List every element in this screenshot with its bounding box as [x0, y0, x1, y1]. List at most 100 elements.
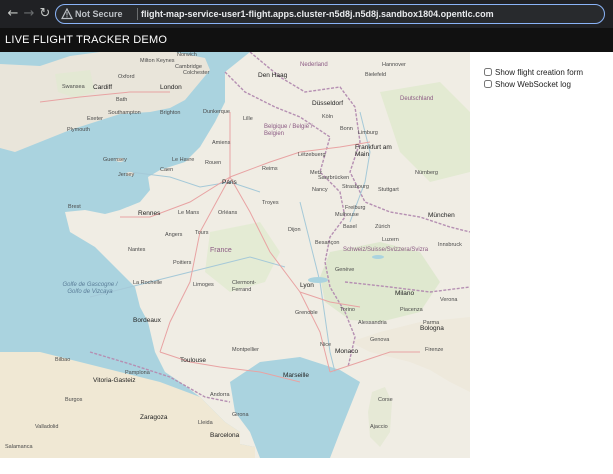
forward-arrow-icon[interactable]: → — [21, 6, 37, 22]
map-label: Deutschland — [400, 96, 434, 102]
map-label: Monaco — [335, 348, 359, 355]
map-label: Zaragoza — [140, 414, 168, 421]
address-bar[interactable]: Not Secure flight-map-service-user1-flig… — [55, 4, 605, 24]
map-label: Amiens — [212, 140, 231, 146]
map-label: Nancy — [312, 187, 328, 193]
map-label: Marseille — [283, 372, 310, 379]
map-label: Stuttgart — [378, 187, 399, 193]
app-header: LIVE FLIGHT TRACKER DEMO — [0, 28, 613, 52]
map-label: Frankfurt am Main — [355, 144, 392, 158]
map-label: Saarbrücken — [318, 175, 350, 181]
map-label: Toulouse — [180, 357, 207, 364]
warning-triangle-icon[interactable] — [61, 8, 73, 20]
map-label: Limoges — [193, 282, 214, 288]
map-label: Clermont-Ferrand — [232, 280, 257, 293]
map-label: Firenze — [425, 347, 444, 353]
map-label: France — [210, 247, 232, 254]
map-label: Düsseldorf — [312, 100, 344, 107]
map-label: Zürich — [375, 224, 391, 230]
map-label: Lille — [243, 116, 253, 122]
map-label: Nice — [320, 342, 332, 348]
map-label: Swansea — [62, 84, 85, 90]
websocket-log-label[interactable]: Show WebSocket log — [495, 79, 571, 90]
back-arrow-icon[interactable]: ← — [5, 6, 21, 22]
map-label: Colchester — [183, 70, 210, 76]
map-label: London — [160, 84, 182, 91]
map-label: Orléans — [218, 210, 238, 216]
page-title: LIVE FLIGHT TRACKER DEMO — [5, 34, 168, 46]
map-label: Torino — [340, 307, 355, 313]
map-label: Jersey — [118, 172, 135, 178]
map-label: Köln — [322, 114, 334, 120]
map-label: Le Havre — [172, 157, 195, 163]
map-label: Nürnberg — [415, 170, 438, 176]
map-label: Piacenza — [400, 307, 423, 313]
websocket-log-checkbox[interactable] — [484, 80, 492, 88]
map-label: Poitiers — [173, 260, 192, 266]
map-label: Lyon — [300, 282, 314, 289]
map-label: Freiburg — [345, 205, 366, 211]
map-label: Genova — [370, 337, 390, 343]
map-label: München — [428, 212, 455, 219]
flight-form-label[interactable]: Show flight creation form — [495, 67, 583, 78]
map-label: Lleida — [198, 420, 213, 426]
map-label: Tours — [195, 230, 209, 236]
option-websocket-log[interactable]: Show WebSocket log — [484, 78, 583, 90]
map-label: Brighton — [160, 110, 181, 116]
map-label: Genève — [335, 267, 355, 273]
map-label: Mulhouse — [335, 212, 359, 218]
map-label: Angers — [165, 232, 183, 238]
map-label: Innsbruck — [438, 242, 462, 248]
map-label: Lëtzebuerg — [298, 152, 326, 158]
map-label: Strasbourg — [342, 184, 369, 190]
option-flight-form[interactable]: Show flight creation form — [484, 66, 583, 78]
map-label: Reims — [262, 166, 278, 172]
map-label: Paris — [222, 179, 237, 186]
map-label: Salamanca — [5, 444, 33, 450]
map-label: Vitoria-Gasteiz — [93, 377, 136, 384]
url-divider — [137, 8, 138, 20]
map-label: Luzern — [382, 237, 399, 243]
map-label: Milano — [395, 290, 415, 297]
map-label: Hannover — [382, 62, 406, 68]
map-label: La Rochelle — [133, 280, 163, 286]
map-label: Milton Keynes — [140, 58, 175, 64]
map-label: Bath — [116, 97, 128, 103]
map-label: Burgos — [65, 397, 83, 403]
map-label: Belgique / België / Belgien — [264, 124, 313, 137]
map-label: Oxford — [118, 74, 135, 80]
map-label: Grenoble — [295, 310, 318, 316]
map-label: Southampton — [108, 110, 141, 116]
map-label: Nantes — [128, 247, 146, 253]
map-label: Limburg — [358, 130, 378, 136]
map-label: Rouen — [205, 160, 222, 166]
map-label: Troyes — [262, 200, 279, 206]
url-text[interactable]: flight-map-service-user1-flight.apps.clu… — [141, 8, 494, 20]
map-label: Dijon — [288, 227, 301, 233]
map-label: Le Mans — [178, 210, 200, 216]
map-label: Besançon — [315, 240, 340, 246]
map-label: Den Haag — [258, 72, 288, 79]
map-label: Verona — [440, 297, 458, 303]
map-label: Bilbao — [55, 357, 71, 363]
map-label: Caen — [160, 167, 174, 173]
security-status[interactable]: Not Secure — [75, 8, 123, 20]
map-label: Golfe de Gascogne / Golfo de Vizcaya — [62, 282, 118, 295]
map-view[interactable]: Norwich Milton Keynes Cambridge Colchest… — [0, 52, 470, 458]
map-label: Bologna — [420, 325, 444, 332]
map-label: Montpellier — [232, 347, 259, 353]
map-label: Cardiff — [93, 84, 113, 91]
map-label: Barcelona — [210, 432, 240, 439]
map-label: Metz — [310, 170, 322, 176]
map-label: Basel — [343, 224, 357, 230]
flight-form-checkbox[interactable] — [484, 68, 492, 76]
map-label: Rennes — [138, 210, 161, 217]
map-label: Plymouth — [67, 127, 90, 133]
map-label: Andorra — [210, 392, 230, 398]
reload-icon[interactable]: ↻ — [37, 6, 53, 22]
map-label: Alessandria — [358, 320, 387, 326]
map-label: Dunkerque — [203, 109, 230, 115]
browser-toolbar: ← → ↻ Not Secure flight-map-service-user… — [0, 0, 613, 28]
map-label: Bielefeld — [365, 72, 387, 78]
map-label: Nederland — [300, 62, 328, 68]
